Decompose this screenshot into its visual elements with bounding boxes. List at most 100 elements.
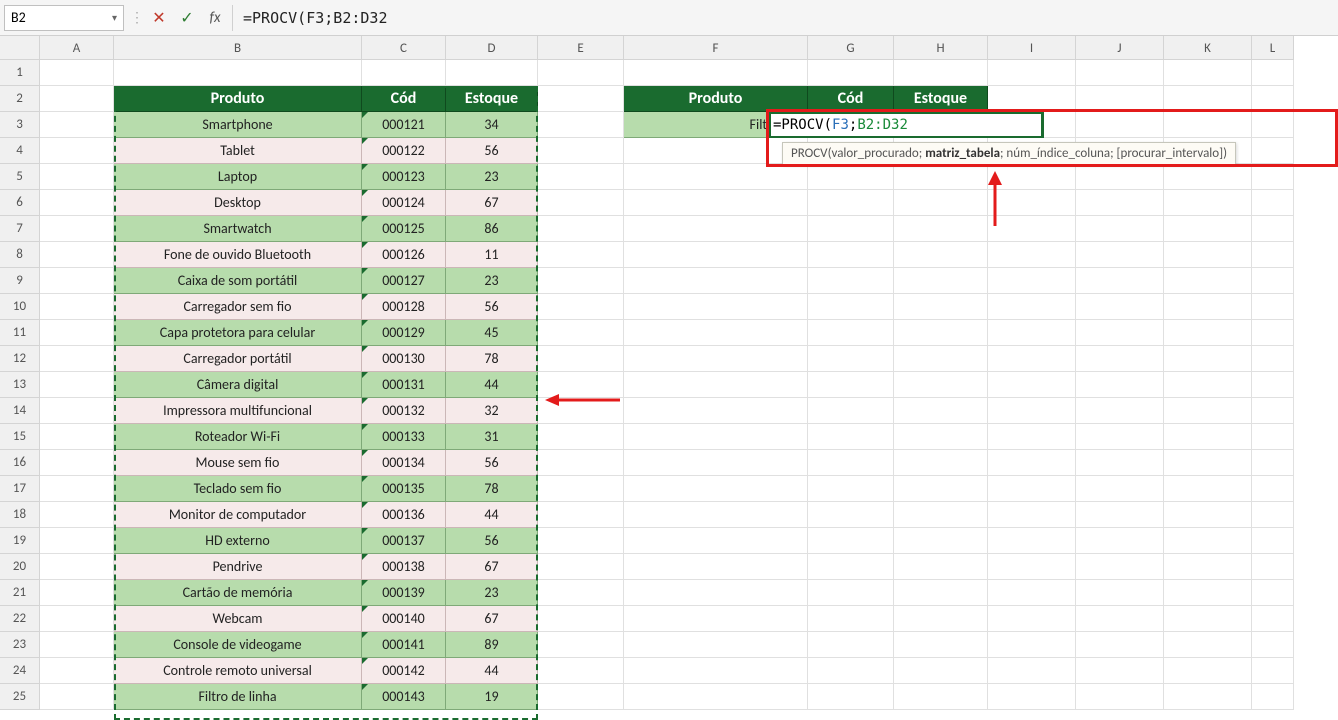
cell-J12[interactable] [1076,346,1164,372]
cell-B8[interactable]: Fone de ouvido Bluetooth [114,242,362,268]
cell-K16[interactable] [1164,450,1252,476]
row-header-4[interactable]: 4 [0,138,39,164]
cell-D12[interactable]: 78 [446,346,538,372]
cell-A23[interactable] [40,632,114,658]
cell-J23[interactable] [1076,632,1164,658]
cell-J15[interactable] [1076,424,1164,450]
cell-B14[interactable]: Impressora multifuncional [114,398,362,424]
cell-A7[interactable] [40,216,114,242]
row-header-19[interactable]: 19 [0,528,39,554]
cell-B22[interactable]: Webcam [114,606,362,632]
cell-G20[interactable] [808,554,894,580]
cell-B25[interactable]: Filtro de linha [114,684,362,710]
cell-D8[interactable]: 11 [446,242,538,268]
cell-A8[interactable] [40,242,114,268]
cell-K20[interactable] [1164,554,1252,580]
cell-D4[interactable]: 56 [446,138,538,164]
cell-D18[interactable]: 44 [446,502,538,528]
cell-I20[interactable] [988,554,1076,580]
cell-C20[interactable]: 000138 [362,554,446,580]
cell-B19[interactable]: HD externo [114,528,362,554]
cell-C25[interactable]: 000143 [362,684,446,710]
cell-C23[interactable]: 000141 [362,632,446,658]
cell-F6[interactable] [624,190,808,216]
cell-K7[interactable] [1164,216,1252,242]
cell-E17[interactable] [538,476,624,502]
cell-L4[interactable] [1252,138,1294,164]
cell-E15[interactable] [538,424,624,450]
cell-G19[interactable] [808,528,894,554]
cell-I18[interactable] [988,502,1076,528]
row-header-24[interactable]: 24 [0,658,39,684]
cell-L19[interactable] [1252,528,1294,554]
cell-G25[interactable] [808,684,894,710]
cell-K14[interactable] [1164,398,1252,424]
cell-F24[interactable] [624,658,808,684]
cell-D22[interactable]: 67 [446,606,538,632]
cell-K25[interactable] [1164,684,1252,710]
cell-G22[interactable] [808,606,894,632]
column-header-J[interactable]: J [1076,36,1164,60]
row-header-22[interactable]: 22 [0,606,39,632]
cell-L16[interactable] [1252,450,1294,476]
cell-D21[interactable]: 23 [446,580,538,606]
cell-A20[interactable] [40,554,114,580]
cell-D17[interactable]: 78 [446,476,538,502]
cell-H10[interactable] [894,294,988,320]
cell-A4[interactable] [40,138,114,164]
cell-J16[interactable] [1076,450,1164,476]
cell-C13[interactable]: 000131 [362,372,446,398]
cell-K5[interactable] [1164,164,1252,190]
cell-C15[interactable]: 000133 [362,424,446,450]
cell-A16[interactable] [40,450,114,476]
cell-G7[interactable] [808,216,894,242]
chevron-down-icon[interactable]: ▾ [112,11,117,24]
cell-F20[interactable] [624,554,808,580]
cell-C1[interactable] [362,60,446,86]
cell-E3[interactable] [538,112,624,138]
cell-H19[interactable] [894,528,988,554]
cell-D3[interactable]: 34 [446,112,538,138]
cell-D15[interactable]: 31 [446,424,538,450]
cell-D23[interactable]: 89 [446,632,538,658]
row-header-6[interactable]: 6 [0,190,39,216]
cell-J5[interactable] [1076,164,1164,190]
cell-A13[interactable] [40,372,114,398]
cell-C14[interactable]: 000132 [362,398,446,424]
cell-C16[interactable]: 000134 [362,450,446,476]
cell-L3[interactable] [1252,112,1294,138]
cell-C2[interactable]: Cód [362,86,446,112]
cell-F11[interactable] [624,320,808,346]
cell-E1[interactable] [538,60,624,86]
enter-icon[interactable]: ✓ [178,9,196,27]
cell-B11[interactable]: Capa protetora para celular [114,320,362,346]
cell-J8[interactable] [1076,242,1164,268]
cell-A17[interactable] [40,476,114,502]
cell-G24[interactable] [808,658,894,684]
cell-L8[interactable] [1252,242,1294,268]
cell-H9[interactable] [894,268,988,294]
cell-E25[interactable] [538,684,624,710]
cell-C11[interactable]: 000129 [362,320,446,346]
cell-A3[interactable] [40,112,114,138]
cell-H25[interactable] [894,684,988,710]
cell-H14[interactable] [894,398,988,424]
cell-I7[interactable] [988,216,1076,242]
cell-C10[interactable]: 000128 [362,294,446,320]
column-header-K[interactable]: K [1164,36,1252,60]
cell-I21[interactable] [988,580,1076,606]
cell-J2[interactable] [1076,86,1164,112]
cell-C22[interactable]: 000140 [362,606,446,632]
cell-L13[interactable] [1252,372,1294,398]
cell-E18[interactable] [538,502,624,528]
cell-E7[interactable] [538,216,624,242]
cell-A19[interactable] [40,528,114,554]
cell-H21[interactable] [894,580,988,606]
cell-J17[interactable] [1076,476,1164,502]
cell-F17[interactable] [624,476,808,502]
cell-F5[interactable] [624,164,808,190]
cell-F4[interactable] [624,138,808,164]
cell-D9[interactable]: 23 [446,268,538,294]
fx-icon[interactable]: fx [206,9,224,27]
row-header-14[interactable]: 14 [0,398,39,424]
